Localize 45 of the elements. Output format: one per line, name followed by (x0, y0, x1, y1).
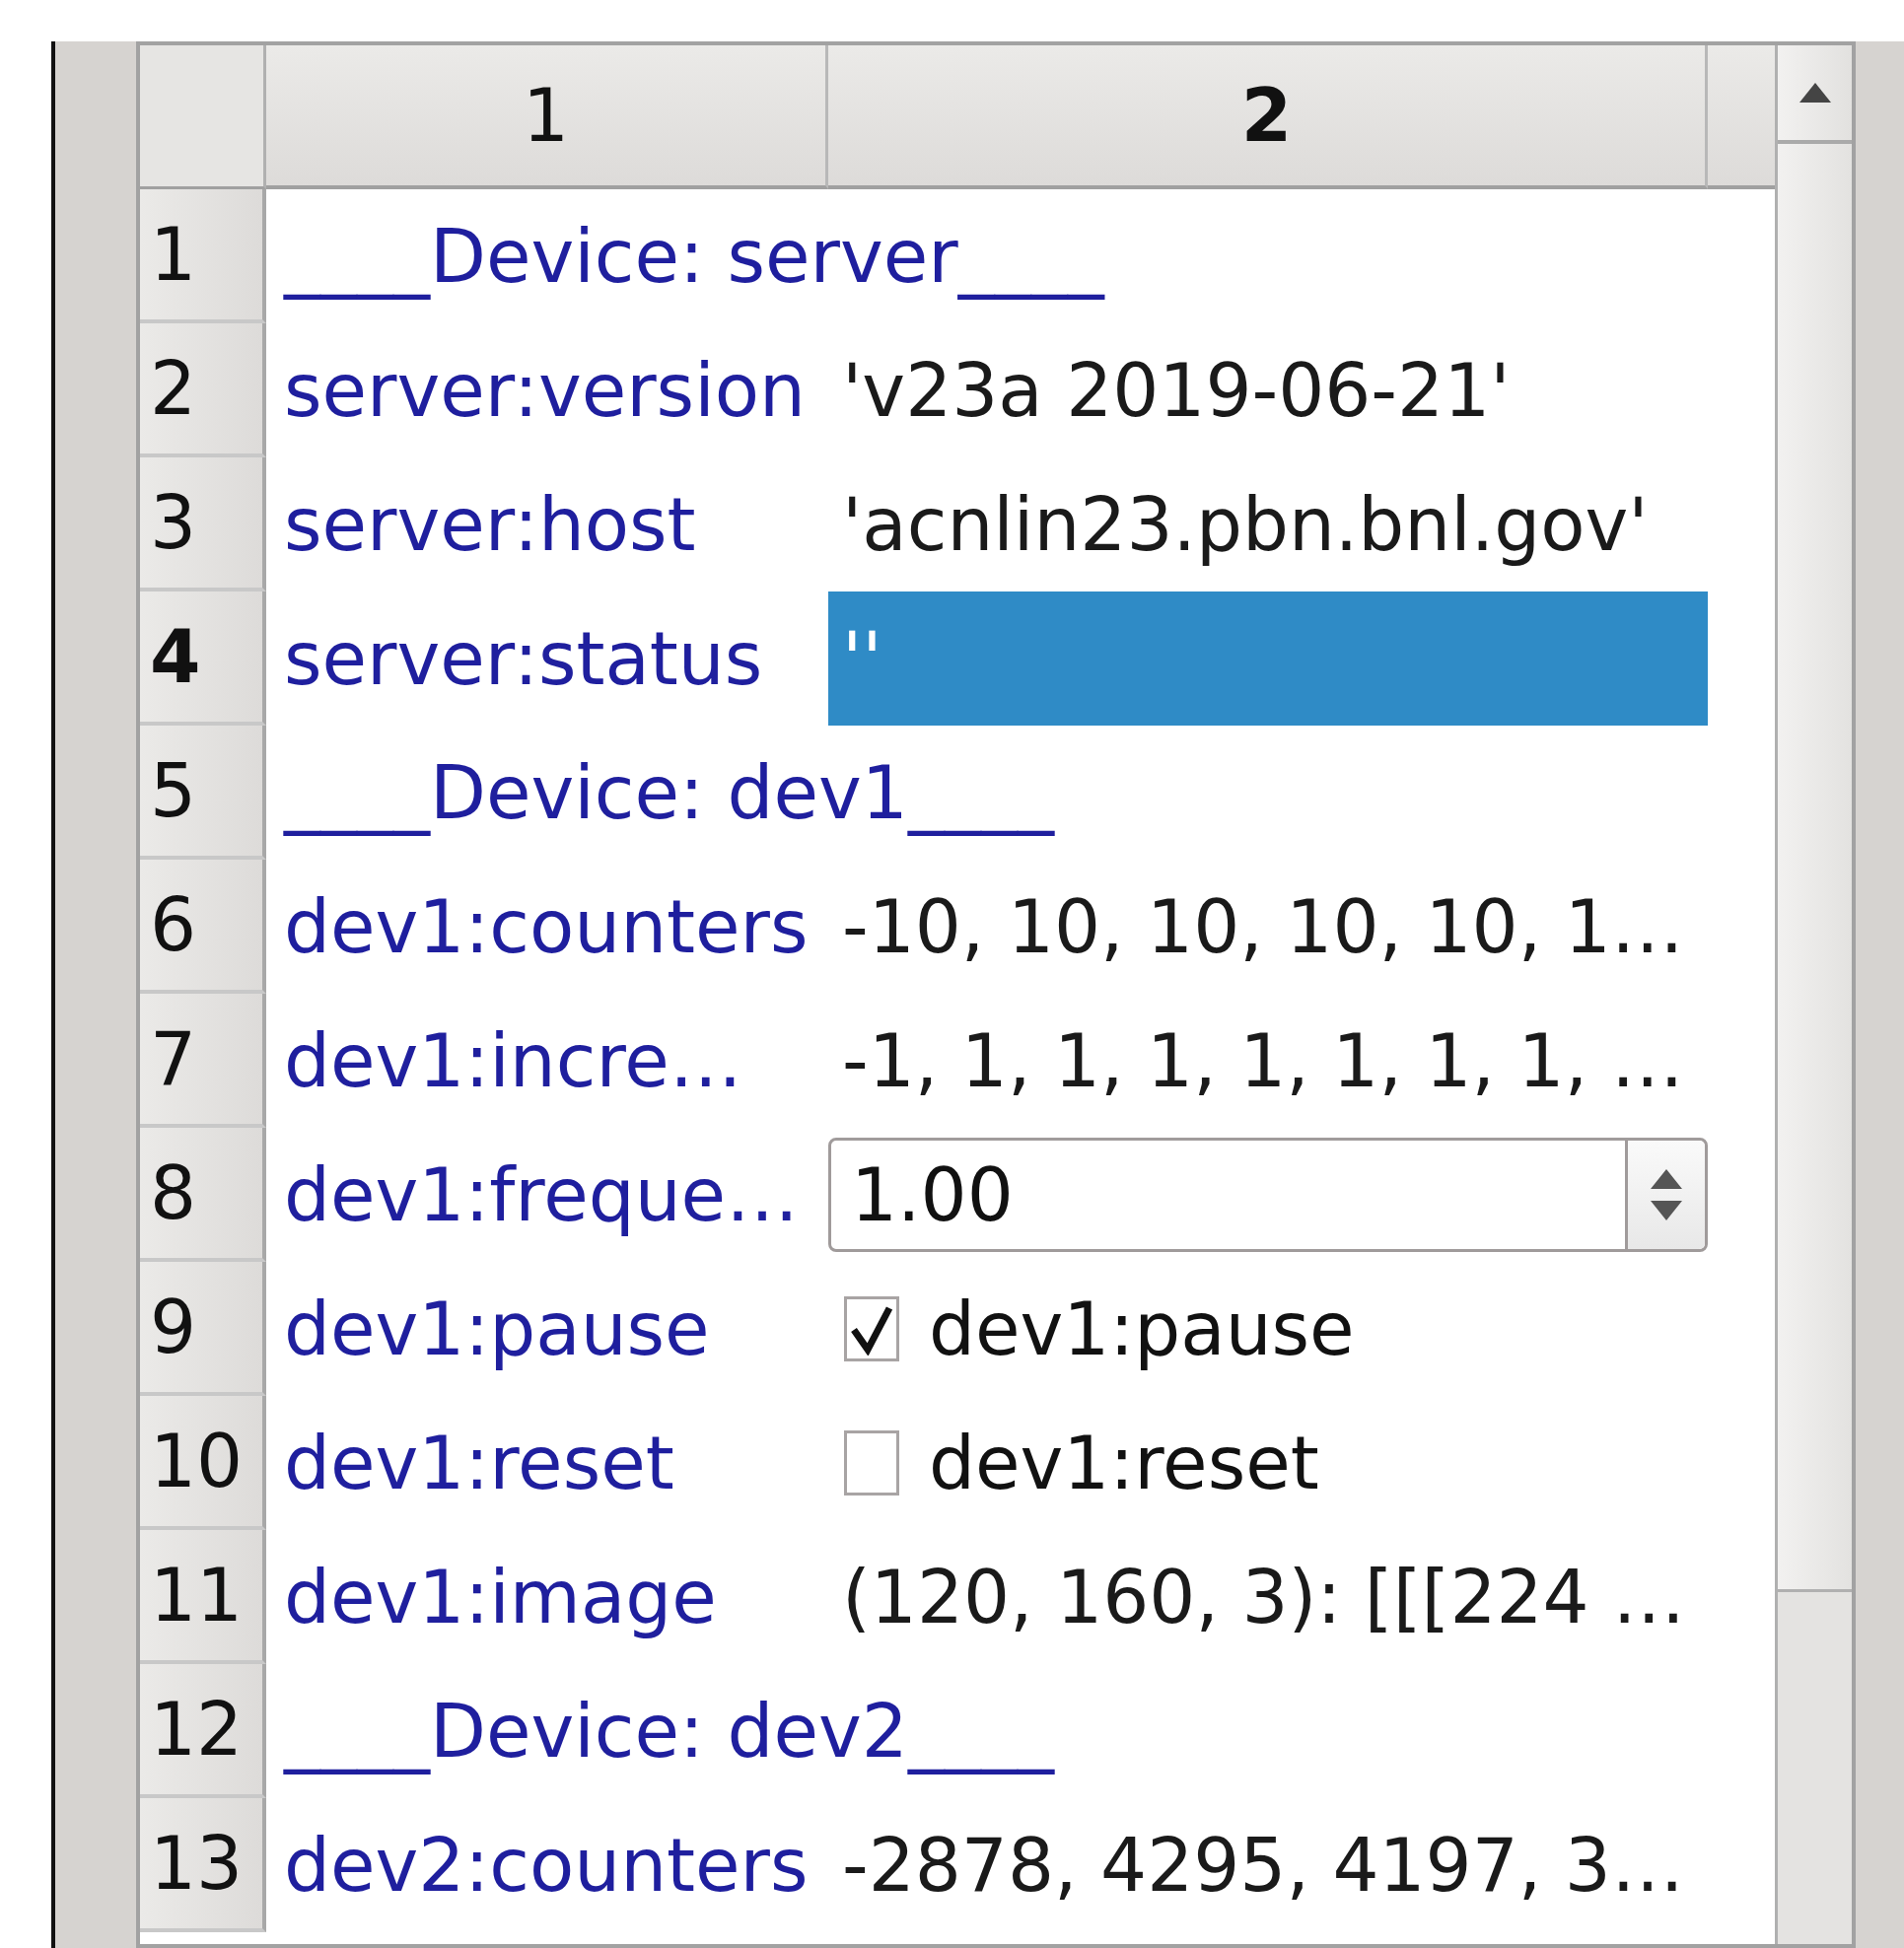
row-header[interactable]: 1 (140, 189, 266, 323)
property-name: dev1:freque… (284, 1152, 800, 1237)
checkbox-label[interactable]: dev1:pause (929, 1287, 1355, 1371)
table-cell[interactable]: -1, 1, 1, 1, 1, 1, 1, 1, … (828, 994, 1708, 1128)
table-cell[interactable]: '' (828, 591, 1708, 726)
property-name: dev1:reset (284, 1421, 674, 1505)
row-header[interactable]: 3 (140, 457, 266, 591)
row-header[interactable]: 11 (140, 1530, 266, 1664)
column-header[interactable]: 2 (828, 45, 1708, 189)
checkbox[interactable] (844, 1430, 899, 1496)
section-label: ____Device: server____ (284, 214, 1104, 299)
checkbox[interactable] (844, 1296, 899, 1361)
property-name: dev1:incre… (284, 1018, 742, 1103)
property-name: server:status (284, 616, 763, 701)
checkbox-label[interactable]: dev1:reset (929, 1421, 1319, 1505)
row-header[interactable]: 8 (140, 1128, 266, 1262)
property-name: dev1:counters (284, 884, 809, 969)
section-label: ____Device: dev2____ (284, 1689, 1054, 1774)
table-cell[interactable]: 'v23a 2019-06-21' (828, 323, 1708, 457)
spin-box[interactable]: 1.00 (828, 1138, 1708, 1252)
property-name: dev1:pause (284, 1287, 710, 1371)
row-header[interactable]: 2 (140, 323, 266, 457)
table-cell[interactable]: -2878, 4295, 4197, 3… (828, 1798, 1708, 1932)
scrollbar[interactable] (1775, 45, 1852, 1944)
row-header[interactable]: 13 (140, 1798, 266, 1932)
corner-button[interactable] (140, 45, 266, 189)
row-header[interactable]: 5 (140, 726, 266, 860)
row-header[interactable]: 10 (140, 1396, 266, 1530)
row-header[interactable]: 6 (140, 860, 266, 994)
row-header[interactable]: 9 (140, 1262, 266, 1396)
row-header[interactable]: 12 (140, 1664, 266, 1798)
table-cell[interactable]: -10, 10, 10, 10, 10, 1… (828, 860, 1708, 994)
column-header[interactable]: 1 (266, 45, 828, 189)
property-name: dev2:counters (284, 1823, 809, 1908)
scroll-handle[interactable] (1778, 144, 1852, 1592)
property-name: dev1:image (284, 1555, 717, 1639)
up-arrow-icon (1797, 81, 1833, 104)
row-header[interactable]: 7 (140, 994, 266, 1128)
table-cell[interactable]: (120, 160, 3): [[[224 … (828, 1530, 1708, 1664)
property-name: server:host (284, 482, 696, 567)
row-header[interactable]: 4 (140, 591, 266, 726)
section-label: ____Device: dev1____ (284, 750, 1054, 835)
property-name: server:version (284, 348, 806, 433)
scroll-up-button[interactable] (1778, 45, 1852, 144)
table-cell[interactable]: 'acnlin23.pbn.bnl.gov' (828, 457, 1708, 591)
